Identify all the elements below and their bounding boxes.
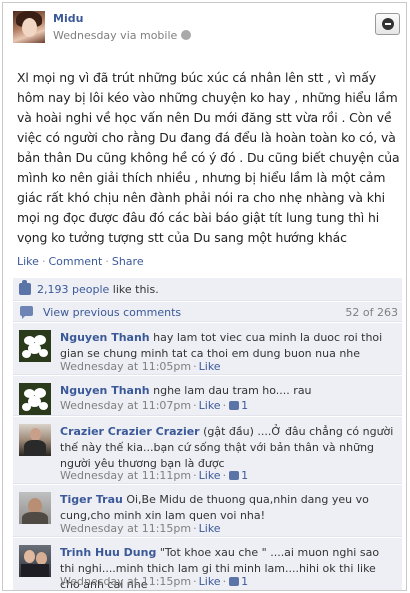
comment-time[interactable]: Wednesday at 11:11pm bbox=[60, 469, 191, 482]
comment-like-count[interactable]: 1 bbox=[241, 469, 248, 482]
comment-meta: Wednesday at 11:11pm · Like · 1 bbox=[60, 469, 249, 482]
likes-count-link[interactable]: 2,193 people bbox=[37, 283, 109, 296]
hide-post-button[interactable] bbox=[375, 13, 400, 35]
like-count-icon bbox=[229, 401, 240, 410]
comment: Tiger Trau Oi,Be Midu de thuong qua,nhin… bbox=[13, 485, 402, 537]
comment-like-count[interactable]: 1 bbox=[241, 575, 248, 588]
comment-like-link[interactable]: Like bbox=[199, 575, 221, 588]
comment: Nguyen Thanh hay lam tot viec cua minh l… bbox=[13, 323, 402, 375]
likes-suffix: like this. bbox=[109, 283, 159, 296]
author-name[interactable]: Midu bbox=[53, 12, 83, 25]
like-link[interactable]: Like bbox=[17, 255, 39, 268]
comment-count: 52 of 263 bbox=[345, 306, 398, 319]
post-action-bar: Like · Comment · Share bbox=[17, 255, 144, 268]
like-count-icon bbox=[229, 577, 240, 586]
share-link[interactable]: Share bbox=[112, 255, 144, 268]
post-frame: Midu Wednesday via mobile Xl mọi ng vì đ… bbox=[2, 2, 407, 591]
comment: Crazier Crazier Crazier (gật đầu) ....Ở … bbox=[13, 417, 402, 484]
comment-link[interactable]: Comment bbox=[48, 255, 102, 268]
separator: · bbox=[105, 255, 109, 268]
commenter-avatar[interactable] bbox=[19, 545, 51, 577]
globe-icon bbox=[181, 30, 192, 40]
thumbs-up-icon bbox=[19, 280, 31, 295]
comment-body: nghe lam dau tram ho.... rau bbox=[149, 384, 312, 397]
comment-bubble-icon bbox=[20, 306, 33, 319]
hide-post-icon bbox=[382, 18, 394, 30]
commenter-name[interactable]: Nguyen Thanh bbox=[60, 384, 150, 397]
comment: Trinh Huu Dung "Tot khoe xau che " ....a… bbox=[13, 538, 402, 590]
likes-summary: 2,193 people like this. bbox=[13, 278, 402, 301]
post-body: Xl mọi ng vì đã trút những búc xúc cá nh… bbox=[17, 70, 400, 245]
author-avatar[interactable] bbox=[13, 11, 45, 43]
comment: Nguyen Thanh nghe lam dau tram ho.... ra… bbox=[13, 376, 402, 416]
likes-text: 2,193 people like this. bbox=[37, 283, 159, 296]
like-count-icon bbox=[229, 471, 240, 480]
separator: · bbox=[41, 255, 46, 268]
comment-like-link[interactable]: Like bbox=[199, 522, 221, 535]
post-timestamp[interactable]: Wednesday via mobile bbox=[53, 29, 177, 42]
commenter-name[interactable]: Crazier Crazier Crazier bbox=[60, 425, 200, 438]
commenter-avatar[interactable] bbox=[19, 492, 51, 524]
comment-like-link[interactable]: Like bbox=[199, 360, 221, 373]
comment-meta: Wednesday at 11:07pm · Like · 1 bbox=[60, 399, 249, 412]
comment-time[interactable]: Wednesday at 11:15pm bbox=[60, 522, 191, 535]
comment-like-link[interactable]: Like bbox=[199, 469, 221, 482]
commenter-avatar[interactable] bbox=[19, 330, 51, 362]
comment-text: Nguyen Thanh nghe lam dau tram ho.... ra… bbox=[60, 383, 396, 399]
comment-like-count[interactable]: 1 bbox=[241, 399, 248, 412]
comment-meta: Wednesday at 11:15pm · Like bbox=[60, 522, 221, 535]
commenter-name[interactable]: Trinh Huu Dung bbox=[60, 546, 156, 559]
view-previous-comments-link[interactable]: View previous comments bbox=[43, 306, 181, 319]
comment-time[interactable]: Wednesday at 11:07pm bbox=[60, 399, 191, 412]
commenter-avatar[interactable] bbox=[19, 383, 51, 415]
comment-text: Tiger Trau Oi,Be Midu de thuong qua,nhin… bbox=[60, 492, 396, 524]
post-header: Midu Wednesday via mobile bbox=[3, 3, 406, 53]
comment-meta: Wednesday at 11:05pm · Like bbox=[60, 360, 221, 373]
comment-meta: Wednesday at 11:15pm · Like · 1 bbox=[60, 575, 249, 588]
comment-like-link[interactable]: Like bbox=[199, 399, 221, 412]
comment-time[interactable]: Wednesday at 11:05pm bbox=[60, 360, 191, 373]
commenter-avatar[interactable] bbox=[19, 424, 51, 456]
comment-text: Crazier Crazier Crazier (gật đầu) ....Ở … bbox=[60, 424, 396, 472]
comment-time[interactable]: Wednesday at 11:15pm bbox=[60, 575, 191, 588]
comment-text: Nguyen Thanh hay lam tot viec cua minh l… bbox=[60, 330, 396, 362]
view-previous-row: View previous comments 52 of 263 bbox=[13, 302, 402, 322]
commenter-name[interactable]: Tiger Trau bbox=[60, 493, 123, 506]
post-meta: Wednesday via mobile bbox=[53, 29, 192, 42]
commenter-name[interactable]: Nguyen Thanh bbox=[60, 331, 150, 344]
